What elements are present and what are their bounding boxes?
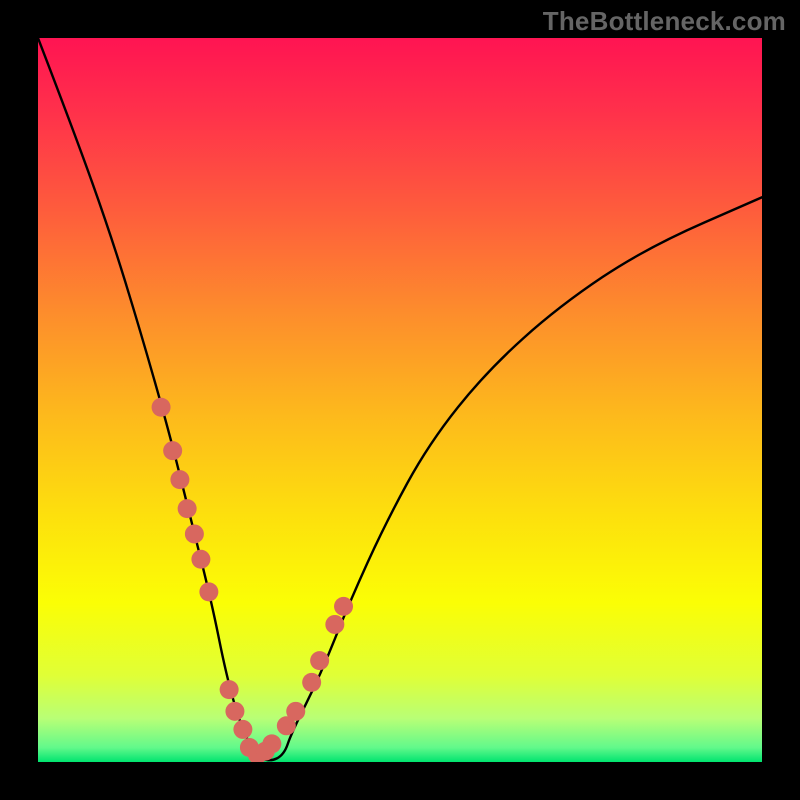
watermark-text: TheBottleneck.com [543, 6, 786, 37]
highlight-dot [325, 615, 344, 634]
highlight-dot [199, 582, 218, 601]
highlight-dot [225, 702, 244, 721]
highlight-dot [286, 702, 305, 721]
highlight-dot [191, 550, 210, 569]
bottleneck-curve [38, 38, 762, 760]
highlight-dot [152, 398, 171, 417]
plot-area [38, 38, 762, 762]
highlight-dot [170, 470, 189, 489]
chart-svg [38, 38, 762, 762]
highlight-dot [185, 524, 204, 543]
highlight-dot [334, 597, 353, 616]
highlight-dot [220, 680, 239, 699]
highlight-dots [152, 398, 353, 762]
highlight-dot [310, 651, 329, 670]
chart-frame: TheBottleneck.com [0, 0, 800, 800]
highlight-dot [178, 499, 197, 518]
highlight-dot [262, 734, 281, 753]
highlight-dot [233, 720, 252, 739]
highlight-dot [163, 441, 182, 460]
highlight-dot [302, 673, 321, 692]
